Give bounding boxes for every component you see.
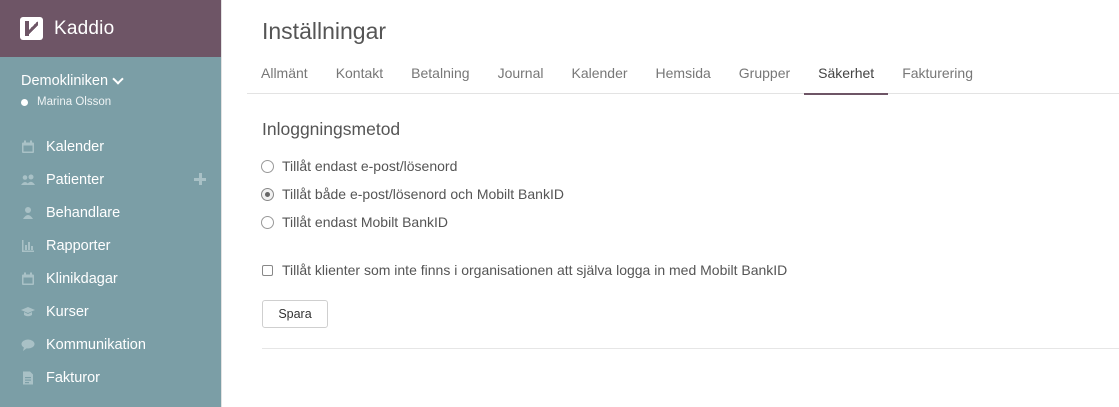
sidebar-item-label: Behandlare — [46, 205, 121, 221]
brand-header[interactable]: Kaddio — [0, 0, 221, 57]
login-option-bankid-only[interactable]: Tillåt endast Mobilt BankID — [261, 214, 448, 230]
page-title: Inställningar — [262, 18, 387, 44]
login-option-both[interactable]: Tillåt både e-post/lösenord och Mobilt B… — [261, 186, 564, 202]
bar-chart-icon — [22, 240, 34, 252]
calendar-icon — [22, 140, 34, 153]
tab-sakerhet[interactable]: Säkerhet — [804, 58, 889, 95]
radio-label[interactable]: Tillåt både e-post/lösenord och Mobilt B… — [282, 186, 564, 202]
sidebar-item-kommunikation[interactable]: Kommunikation — [0, 332, 221, 358]
calendar-icon — [22, 272, 34, 285]
current-user: Marina Olsson — [21, 96, 221, 108]
sidebar-item-label: Klinikdagar — [46, 271, 118, 287]
sidebar-item-label: Patienter — [46, 172, 105, 188]
main-content: Inställningar Allmänt Kontakt Betalning … — [221, 0, 1119, 407]
tab-betalning[interactable]: Betalning — [397, 58, 483, 94]
clinic-dropdown[interactable]: Demokliniken — [21, 73, 221, 89]
document-icon — [23, 371, 33, 385]
kaddio-logo-icon — [20, 17, 43, 40]
sidebar-item-behandlare[interactable]: Behandlare — [0, 200, 221, 226]
chevron-down-icon — [112, 73, 124, 85]
allow-external-checkbox[interactable] — [262, 264, 273, 276]
tab-grupper[interactable]: Grupper — [725, 58, 804, 94]
tab-journal[interactable]: Journal — [484, 58, 558, 94]
clinic-name: Demokliniken — [21, 73, 109, 89]
sidebar: Kaddio Demokliniken Marina Olsson Kalend… — [0, 0, 221, 407]
radio-button[interactable] — [261, 159, 274, 173]
users-icon — [21, 174, 35, 185]
divider — [262, 348, 1119, 349]
tab-kalender[interactable]: Kalender — [557, 58, 641, 94]
sidebar-item-label: Fakturor — [46, 370, 100, 386]
settings-tabs: Allmänt Kontakt Betalning Journal Kalend… — [247, 58, 1119, 95]
tab-kontakt[interactable]: Kontakt — [322, 58, 397, 94]
sidebar-item-label: Kommunikation — [46, 337, 146, 353]
sidebar-item-label: Kalender — [46, 139, 105, 155]
radio-button[interactable] — [261, 215, 274, 229]
tab-allmant[interactable]: Allmänt — [247, 58, 322, 94]
radio-label[interactable]: Tillåt endast Mobilt BankID — [282, 214, 448, 230]
sidebar-item-klinikdagar[interactable]: Klinikdagar — [0, 266, 221, 292]
sidebar-item-fakturor[interactable]: Fakturor — [0, 365, 221, 391]
sidebar-item-patienter[interactable]: Patienter — [0, 167, 221, 193]
sidebar-item-label: Kurser — [46, 304, 89, 320]
save-button[interactable]: Spara — [262, 300, 328, 328]
app-name: Kaddio — [54, 17, 115, 39]
chat-bubble-icon — [21, 339, 35, 351]
add-patient-plus-icon[interactable] — [194, 173, 206, 185]
radio-button-checked[interactable] — [261, 187, 274, 201]
sidebar-item-kurser[interactable]: Kurser — [0, 299, 221, 325]
sidebar-item-label: Rapporter — [46, 238, 111, 254]
status-dot-icon — [21, 98, 28, 106]
allow-external-bankid-option[interactable]: Tillåt klienter som inte finns i organis… — [262, 262, 787, 278]
sidebar-item-kalender[interactable]: Kalender — [0, 134, 221, 160]
radio-label[interactable]: Tillåt endast e-post/lösenord — [282, 158, 457, 174]
graduation-cap-icon — [21, 307, 35, 317]
login-option-email-only[interactable]: Tillåt endast e-post/lösenord — [261, 158, 457, 174]
sidebar-item-rapporter[interactable]: Rapporter — [0, 233, 221, 259]
checkbox-label[interactable]: Tillåt klienter som inte finns i organis… — [282, 262, 787, 278]
tab-fakturering[interactable]: Fakturering — [888, 58, 987, 94]
user-icon — [23, 207, 33, 219]
section-title: Inloggningsmetod — [262, 119, 401, 139]
tab-hemsida[interactable]: Hemsida — [642, 58, 725, 94]
user-name: Marina Olsson — [37, 96, 112, 108]
